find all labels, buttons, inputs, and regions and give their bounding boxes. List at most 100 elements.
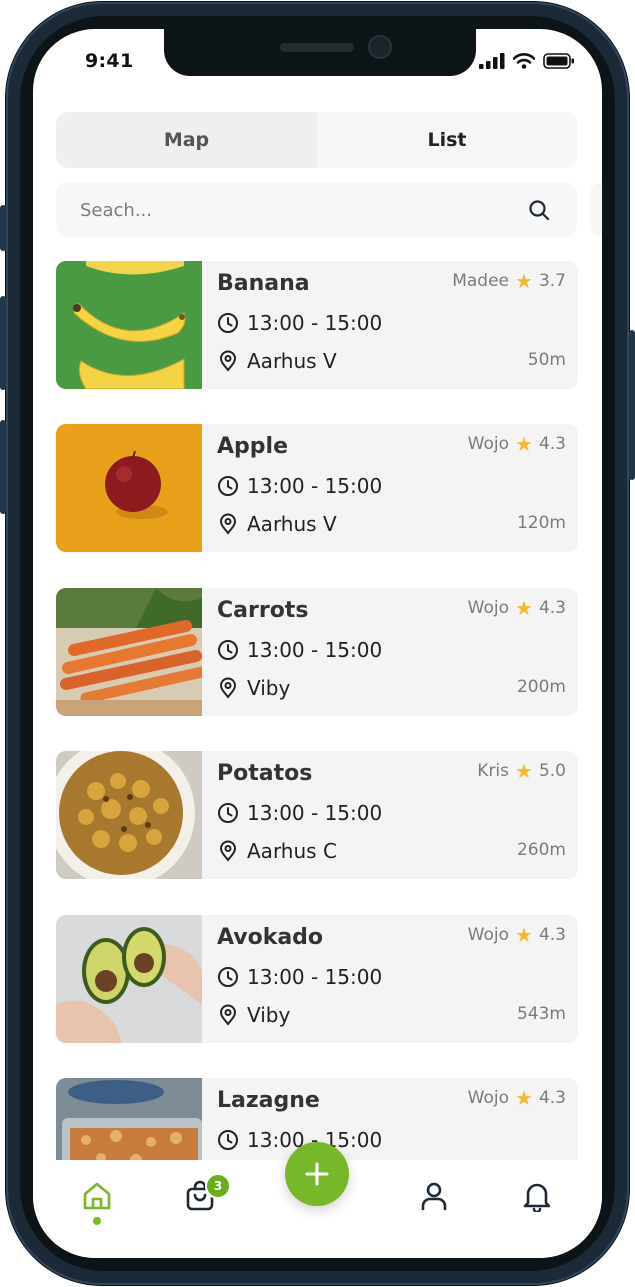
rating-value: 5.0: [538, 761, 566, 781]
listing-card[interactable]: Banana Madee ★ 3.7 13:00 - 15:00 Aarhus …: [56, 261, 578, 389]
tab-list[interactable]: List: [317, 112, 577, 168]
pickup-time: 13:00 - 15:00: [217, 311, 382, 335]
location-pin-icon: [219, 350, 237, 372]
seller-rating: Kris ★ 5.0: [477, 761, 566, 781]
apple-image: [56, 424, 202, 552]
active-indicator: [93, 1217, 101, 1225]
pickup-location: Viby: [217, 1003, 290, 1027]
clock-icon: [218, 476, 238, 496]
distance: 200m: [516, 677, 566, 697]
listing-card[interactable]: Avokado Wojo ★ 4.3 13:00 - 15:00 Viby 54…: [56, 915, 578, 1043]
status-time: 9:41: [85, 50, 134, 72]
time-text: 13:00 - 15:00: [247, 474, 383, 498]
nav-notifications[interactable]: [517, 1176, 557, 1216]
location-pin-icon: [219, 513, 237, 535]
star-icon: ★: [515, 596, 533, 620]
listing-card[interactable]: Carrots Wojo ★ 4.3 13:00 - 15:00 Viby 20…: [56, 588, 578, 716]
power-button: [629, 330, 635, 480]
listing-title: Lazagne: [217, 1088, 320, 1113]
listing-title: Apple: [217, 434, 288, 459]
pickup-time: 13:00 - 15:00: [217, 638, 382, 662]
volume-down-button: [0, 420, 6, 514]
seller-rating: Wojo ★ 4.3: [468, 925, 566, 945]
app-screen: 9:41 Map List Seach... Banana Madee ★ 3.…: [33, 29, 602, 1258]
seller-rating: Wojo ★ 4.3: [468, 434, 566, 454]
distance: 543m: [516, 1004, 566, 1024]
location-text: Aarhus C: [247, 839, 337, 863]
clock-icon: [218, 313, 238, 333]
rating-value: 4.3: [538, 925, 566, 945]
location-text: Viby: [247, 676, 291, 700]
location-pin-icon: [219, 840, 237, 862]
status-icons: [479, 53, 575, 69]
notch: [164, 29, 476, 76]
listing-card[interactable]: Potatos Kris ★ 5.0 13:00 - 15:00 Aarhus …: [56, 751, 578, 879]
battery-icon: [543, 53, 574, 69]
cellular-signal-icon: [479, 53, 505, 69]
distance: 120m: [516, 513, 566, 533]
filter-button[interactable]: [590, 182, 602, 237]
wifi-icon: [513, 53, 535, 69]
star-icon: ★: [515, 923, 533, 947]
bell-icon: [523, 1183, 551, 1212]
rating-value: 4.3: [538, 1088, 566, 1108]
banana-image: [56, 261, 202, 389]
listing-title: Banana: [217, 271, 310, 296]
rating-value: 3.7: [538, 271, 566, 291]
home-icon: [83, 1182, 111, 1210]
cart-count-badge: 3: [205, 1173, 231, 1199]
plus-icon: [305, 1162, 329, 1186]
seller-name: Wojo: [467, 434, 510, 454]
time-text: 13:00 - 15:00: [247, 801, 383, 825]
search-icon[interactable]: [527, 198, 551, 222]
clock-icon: [218, 640, 238, 660]
pickup-location: Aarhus C: [217, 839, 337, 863]
add-listing-button[interactable]: [285, 1142, 349, 1206]
star-icon: ★: [515, 759, 533, 783]
time-text: 13:00 - 15:00: [247, 638, 383, 662]
listing-title: Avokado: [217, 925, 324, 950]
star-icon: ★: [515, 1086, 533, 1110]
carrots-image: [56, 588, 202, 716]
mute-switch: [0, 205, 6, 251]
listing-title: Potatos: [217, 761, 313, 786]
seller-name: Wojo: [467, 598, 510, 618]
star-icon: ★: [515, 432, 533, 456]
listing-title: Carrots: [217, 598, 309, 623]
search-input[interactable]: [56, 182, 542, 239]
seller-name: Wojo: [467, 925, 510, 945]
listing-card[interactable]: Apple Wojo ★ 4.3 13:00 - 15:00 Aarhus V …: [56, 424, 578, 552]
distance: 260m: [516, 840, 566, 860]
time-text: 13:00 - 15:00: [247, 965, 383, 989]
location-text: Aarhus V: [247, 512, 337, 536]
speaker-grille: [280, 43, 354, 52]
tab-map[interactable]: Map: [56, 112, 317, 168]
seller-rating: Wojo ★ 4.3: [468, 1088, 566, 1108]
seller-rating: Wojo ★ 4.3: [468, 598, 566, 618]
seller-name: Madee: [452, 271, 510, 291]
seller-rating: Madee ★ 3.7: [452, 271, 566, 291]
profile-icon: [421, 1182, 447, 1211]
avocado-image: [56, 915, 202, 1043]
clock-icon: [218, 803, 238, 823]
nav-profile[interactable]: [414, 1176, 454, 1216]
pickup-location: Aarhus V: [217, 512, 337, 536]
volume-up-button: [0, 296, 6, 390]
location-pin-icon: [219, 1004, 237, 1026]
nav-home[interactable]: [77, 1176, 117, 1216]
front-camera: [368, 35, 392, 59]
search-bar: [56, 182, 577, 239]
pickup-location: Aarhus V: [217, 349, 337, 373]
clock-icon: [218, 1130, 238, 1150]
rating-value: 4.3: [538, 598, 566, 618]
pickup-time: 13:00 - 15:00: [217, 965, 382, 989]
star-icon: ★: [515, 269, 533, 293]
pickup-time: 13:00 - 15:00: [217, 474, 382, 498]
time-text: 13:00 - 15:00: [247, 311, 383, 335]
potatoes-image: [56, 751, 202, 879]
seller-name: Wojo: [467, 1088, 510, 1108]
pickup-location: Viby: [217, 676, 290, 700]
location-text: Viby: [247, 1003, 291, 1027]
clock-icon: [218, 967, 238, 987]
location-text: Aarhus V: [247, 349, 337, 373]
